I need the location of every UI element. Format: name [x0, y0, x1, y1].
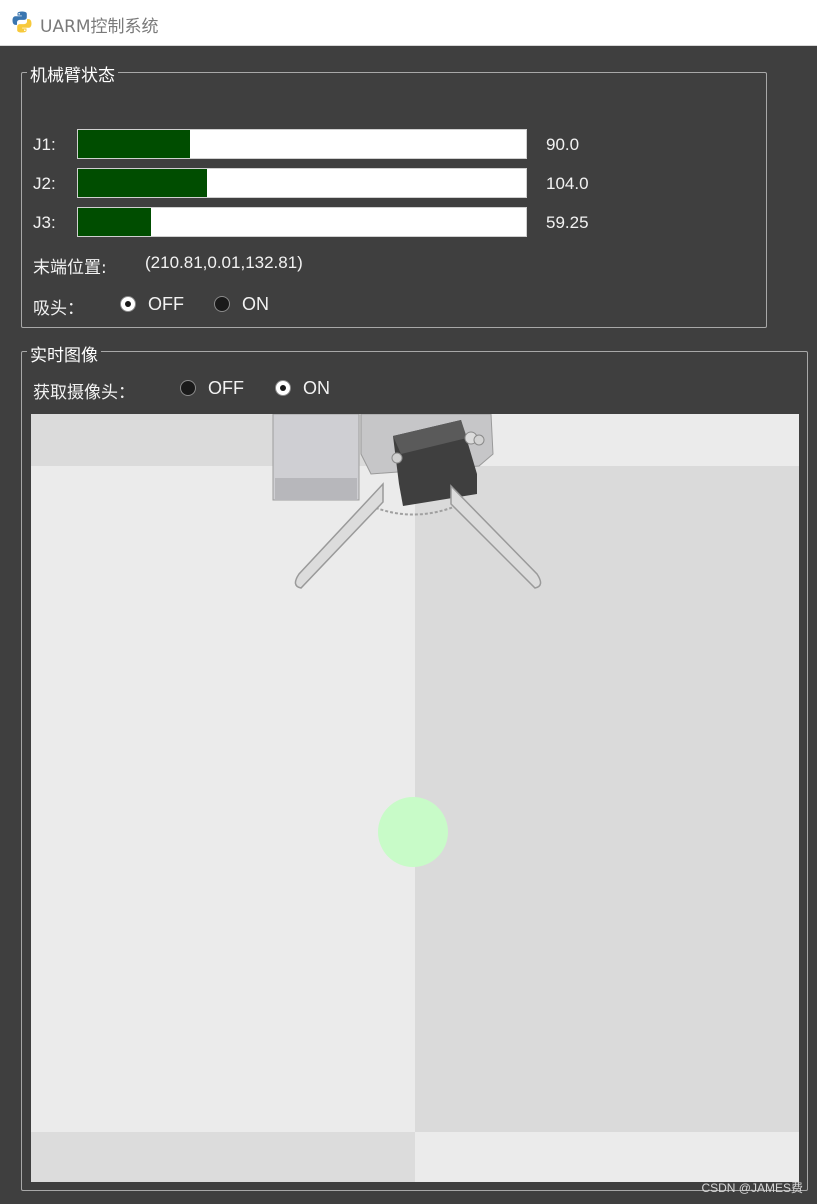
arm-status-group: [21, 72, 767, 328]
joint-j1-value: 90.0: [546, 135, 580, 154]
arm-status-title: 机械臂状态: [27, 61, 118, 86]
camera-on-radio[interactable]: [275, 380, 291, 396]
camera-feed-image: [31, 414, 799, 1182]
live-image-title: 实时图像: [27, 341, 101, 366]
joint-j2-bar-fill: [78, 169, 207, 197]
end-position-value: (210.81,0.01,132.81): [145, 253, 303, 272]
title-bar: UARM控制系统: [0, 0, 817, 46]
suction-off-radio[interactable]: [120, 296, 136, 312]
joint-j2-value: 104.0: [546, 174, 589, 193]
joint-j1-label: J1:: [33, 135, 56, 154]
suction-label: 吸头：: [33, 299, 84, 319]
camera-view: [31, 414, 799, 1182]
suction-on-radio[interactable]: [214, 296, 230, 312]
python-icon: [12, 11, 32, 33]
watermark: CSDN @JAMES费: [701, 1181, 803, 1195]
joint-j3-value: 59.25: [546, 213, 589, 232]
window-title: UARM控制系统: [40, 17, 159, 37]
joint-j3-bar: [77, 207, 527, 237]
joint-j1-bar-fill: [78, 130, 190, 158]
suction-on-label[interactable]: ON: [242, 294, 269, 315]
suction-off-label[interactable]: OFF: [148, 294, 184, 315]
end-position-label: 末端位置:: [33, 258, 107, 278]
joint-j3-label: J3:: [33, 213, 56, 232]
joint-j1-bar: [77, 129, 527, 159]
joint-j2-label: J2:: [33, 174, 56, 193]
camera-label: 获取摄像头：: [33, 383, 135, 403]
camera-off-label[interactable]: OFF: [208, 378, 244, 399]
camera-off-radio[interactable]: [180, 380, 196, 396]
joint-j2-bar: [77, 168, 527, 198]
joint-j3-bar-fill: [78, 208, 151, 236]
camera-on-label[interactable]: ON: [303, 378, 330, 399]
